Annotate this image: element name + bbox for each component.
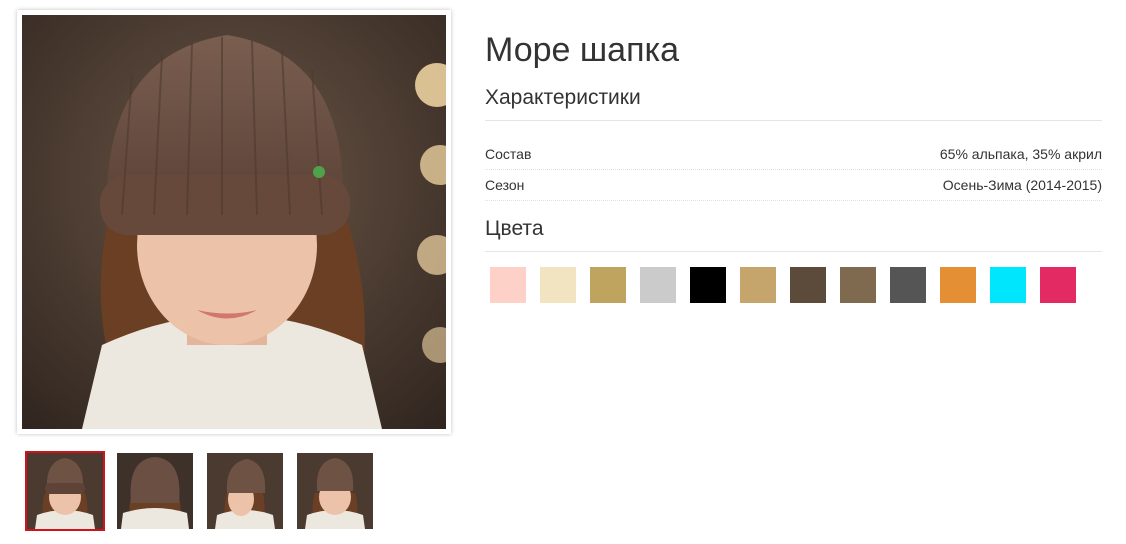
color-swatch[interactable] xyxy=(790,267,826,303)
thumbnail-side[interactable] xyxy=(205,451,285,531)
spec-row-composition: Состав 65% альпака, 35% акрил xyxy=(485,139,1102,170)
product-title: Море шапка xyxy=(485,31,680,69)
color-swatch[interactable] xyxy=(840,267,876,303)
thumbnail-front-alt[interactable] xyxy=(295,451,375,531)
thumbnail-front-image xyxy=(27,453,103,529)
color-swatch[interactable] xyxy=(540,267,576,303)
spec-label: Состав xyxy=(485,146,532,162)
spec-row-season: Сезон Осень-Зима (2014-2015) xyxy=(485,170,1102,201)
thumbnail-side-image xyxy=(207,453,283,529)
color-swatch[interactable] xyxy=(690,267,726,303)
color-swatch[interactable] xyxy=(940,267,976,303)
thumbnail-front[interactable] xyxy=(25,451,105,531)
spec-value: Осень-Зима (2014-2015) xyxy=(942,177,1102,193)
color-swatch[interactable] xyxy=(740,267,776,303)
main-product-image xyxy=(17,10,451,434)
spec-label: Сезон xyxy=(485,177,525,193)
color-swatch[interactable] xyxy=(1040,267,1076,303)
color-swatch[interactable] xyxy=(490,267,526,303)
color-swatch[interactable] xyxy=(890,267,926,303)
color-swatch[interactable] xyxy=(490,317,526,353)
product-photo-illustration xyxy=(22,15,446,429)
thumbnail-back[interactable] xyxy=(115,451,195,531)
color-swatch[interactable] xyxy=(590,267,626,303)
characteristics-heading: Характеристики xyxy=(485,86,1102,121)
product-info: Море шапка Характеристики Состав 65% аль… xyxy=(485,28,1102,357)
color-swatch[interactable] xyxy=(990,267,1026,303)
colors-heading: Цвета xyxy=(485,217,1102,252)
color-swatches xyxy=(485,267,1102,357)
color-swatch[interactable] xyxy=(640,267,676,303)
thumbnail-front-alt-image xyxy=(297,453,373,529)
spec-value: 65% альпака, 35% акрил xyxy=(939,146,1102,162)
spec-table: Состав 65% альпака, 35% акрил Сезон Осен… xyxy=(485,139,1102,201)
thumbnail-back-image xyxy=(117,453,193,529)
thumbnail-gallery xyxy=(25,451,385,531)
